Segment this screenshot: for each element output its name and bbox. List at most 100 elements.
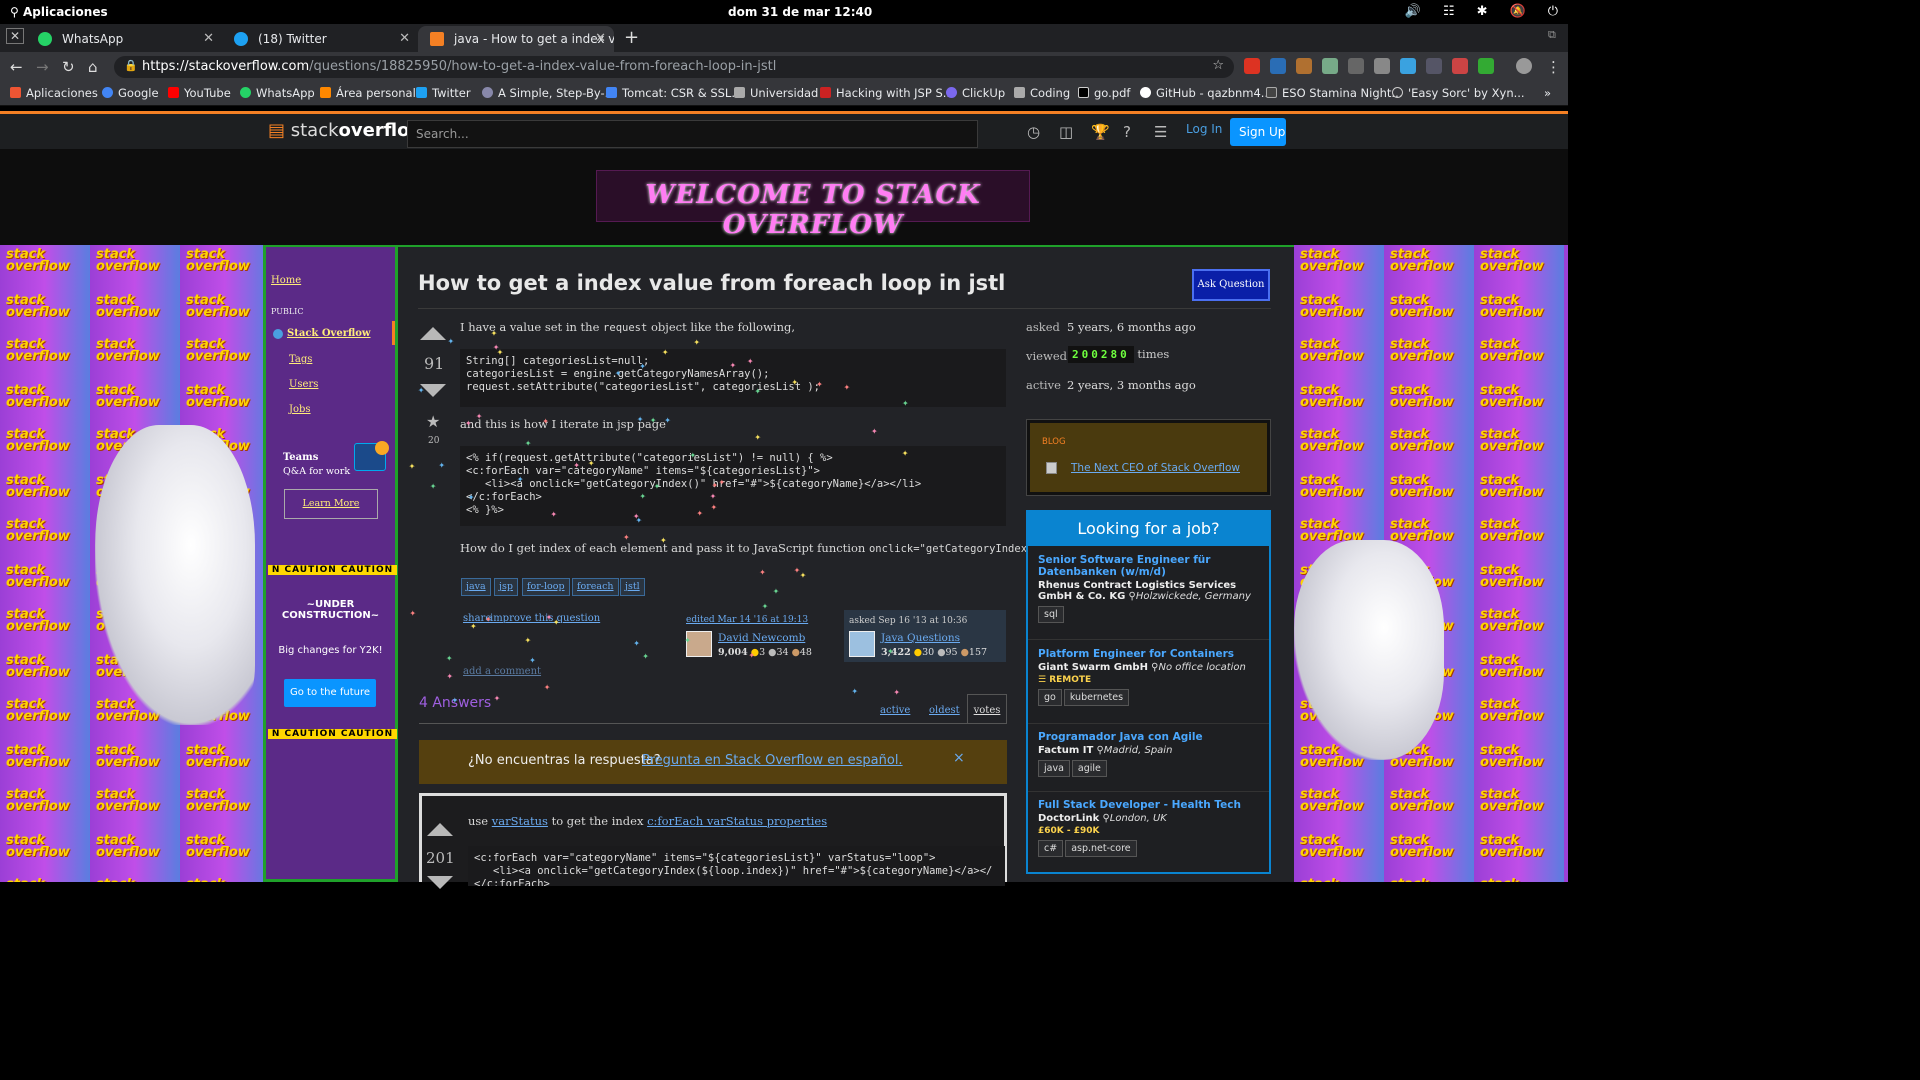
job-listing[interactable]: Programador Java con Agile Factum IT ⚲Ma… <box>1038 731 1263 777</box>
close-tab-icon[interactable]: ✕ <box>595 31 606 46</box>
search-input[interactable]: Search... <box>407 120 978 148</box>
job-tag[interactable]: sql <box>1038 606 1064 623</box>
system-tray[interactable]: 🔊 ☷ ✱ 🔕 ⏻ <box>1405 4 1558 19</box>
nav-tags[interactable]: Tags <box>289 354 312 365</box>
job-tag[interactable]: go <box>1038 689 1062 706</box>
bookmark-item[interactable]: WhatsApp <box>240 86 315 100</box>
home-icon[interactable]: ⌂ <box>88 58 98 76</box>
bookmark-item[interactable]: go.pdf <box>1078 86 1130 100</box>
asker-name[interactable]: Java Questions <box>881 632 960 644</box>
editor-name[interactable]: David Newcomb <box>718 632 805 644</box>
login-link[interactable]: Log In <box>1186 122 1222 136</box>
clock[interactable]: dom 31 de mar 12:40 <box>728 5 872 19</box>
tab-whatsapp[interactable]: WhatsApp ✕ <box>26 26 222 52</box>
tag-for-loop[interactable]: for-loop <box>522 578 570 596</box>
asker-avatar[interactable] <box>849 631 875 657</box>
tag-jsp[interactable]: jsp <box>494 578 518 596</box>
tag-jstl[interactable]: jstl <box>620 578 645 596</box>
tag-java[interactable]: java <box>461 578 491 596</box>
varstatus-link[interactable]: varStatus <box>492 814 548 828</box>
bookmark-item[interactable]: Tomcat: CSR & SSL... <box>606 86 742 100</box>
extension-icon[interactable] <box>1322 58 1338 74</box>
job-listing[interactable]: Full Stack Developer - Health Tech Docto… <box>1038 799 1263 857</box>
network-icon[interactable]: ☷ <box>1443 4 1455 19</box>
sort-active-tab[interactable]: active <box>880 705 910 716</box>
tab-twitter[interactable]: (18) Twitter ✕ <box>222 26 418 52</box>
favorite-star-icon[interactable]: ★ <box>426 412 440 431</box>
signup-button[interactable]: Sign Up <box>1230 118 1286 146</box>
apps-menu[interactable]: ⚲ Aplicaciones <box>10 5 108 19</box>
site-switcher-icon[interactable]: ☰ <box>1154 123 1167 141</box>
inbox-icon[interactable]: ◫ <box>1059 123 1073 141</box>
varstatus-docs-link[interactable]: c:forEach varStatus properties <box>647 814 827 828</box>
bookmark-item[interactable]: YouTube <box>168 86 231 100</box>
tab-stackoverflow[interactable]: java - How to get a index value✕ <box>418 26 614 52</box>
add-comment-link[interactable]: add a comment <box>463 666 541 677</box>
help-icon[interactable]: ? <box>1123 123 1131 141</box>
new-tab-icon[interactable]: + <box>624 27 639 48</box>
job-listing[interactable]: Platform Engineer for Containers Giant S… <box>1038 648 1263 706</box>
nav-stackoverflow[interactable]: Stack Overflow <box>287 328 371 339</box>
go-to-future-button[interactable]: Go to the future <box>284 679 376 707</box>
back-icon[interactable]: ← <box>10 58 23 76</box>
extension-icon[interactable] <box>1244 58 1260 74</box>
ask-question-button[interactable]: Ask Question <box>1192 269 1270 301</box>
downvote-arrow-icon[interactable] <box>427 876 453 889</box>
upvote-arrow-icon[interactable] <box>427 823 453 836</box>
extension-icon[interactable] <box>1452 58 1468 74</box>
bookmark-item[interactable]: ClickUp <box>946 86 1005 100</box>
bookmark-item[interactable]: Hacking with JSP S... <box>820 86 954 100</box>
bookmark-folder[interactable]: Universidad <box>734 86 818 100</box>
recent-activity-icon[interactable]: ◷ <box>1027 123 1040 141</box>
power-icon[interactable]: ⏻ <box>1548 4 1558 19</box>
bookmark-folder[interactable]: Coding <box>1014 86 1070 100</box>
extension-icon[interactable] <box>1400 58 1416 74</box>
extension-icon[interactable] <box>1270 58 1286 74</box>
bookmark-item[interactable]: A Simple, Step-By-... <box>482 86 616 100</box>
reload-icon[interactable]: ↻ <box>62 58 75 76</box>
nav-users[interactable]: Users <box>289 379 318 390</box>
close-tab-icon[interactable]: ✕ <box>399 31 410 46</box>
close-icon[interactable]: × <box>953 750 965 766</box>
bookmarks-overflow-icon[interactable]: » <box>1544 86 1551 100</box>
close-window-icon[interactable]: ✕ <box>6 28 25 44</box>
job-listing[interactable]: Senior Software Engineer für Datenbanken… <box>1038 554 1263 623</box>
job-tag[interactable]: asp.net-core <box>1065 840 1137 857</box>
question-title[interactable]: How to get a index value from foreach lo… <box>418 271 1005 295</box>
bookmark-item[interactable]: Google <box>102 86 159 100</box>
sort-oldest-tab[interactable]: oldest <box>929 705 960 716</box>
extension-icon[interactable] <box>1478 58 1494 74</box>
bookmark-item[interactable]: 'Easy Sorc' by Xyn... <box>1392 86 1525 100</box>
bookmark-item[interactable]: GitHub - qazbnm4... <box>1140 86 1272 100</box>
so-logo[interactable]: ▤ stackoverflow <box>268 120 426 141</box>
bookmark-item[interactable]: Aplicaciones <box>10 86 98 100</box>
job-tag[interactable]: kubernetes <box>1063 689 1130 706</box>
extension-icon[interactable] <box>1296 58 1312 74</box>
close-tab-icon[interactable]: ✕ <box>203 31 214 46</box>
tag-foreach[interactable]: foreach <box>572 578 619 596</box>
bookmark-item[interactable]: Área personal <box>320 86 416 100</box>
url-bar[interactable]: 🔒 https://stackoverflow.com/questions/18… <box>114 56 1234 78</box>
learn-more-button[interactable]: Learn More <box>284 489 378 519</box>
bluetooth-icon[interactable]: ✱ <box>1477 4 1488 19</box>
sort-votes-tab[interactable]: votes <box>967 694 1007 724</box>
nav-home[interactable]: Home <box>271 275 301 286</box>
bookmark-item[interactable]: Twitter <box>416 86 471 100</box>
job-tag[interactable]: c# <box>1038 840 1064 857</box>
extension-icon[interactable] <box>1426 58 1442 74</box>
extension-icon[interactable] <box>1348 58 1364 74</box>
achievements-icon[interactable]: 🏆 <box>1091 123 1110 141</box>
tab-search-icon[interactable]: ⧉ <box>1548 28 1556 42</box>
notifications-icon[interactable]: 🔕 <box>1510 4 1526 19</box>
bookmark-star-icon[interactable]: ☆ <box>1212 58 1224 73</box>
forward-icon[interactable]: → <box>36 58 49 76</box>
edited-timestamp[interactable]: edited Mar 14 '16 at 19:13 <box>686 615 808 625</box>
nav-jobs[interactable]: Jobs <box>289 404 311 415</box>
bookmark-item[interactable]: ESO Stamina Night... <box>1266 86 1402 100</box>
blog-post-link[interactable]: The Next CEO of Stack Overflow <box>1071 462 1240 474</box>
extension-icon[interactable] <box>1374 58 1390 74</box>
upvote-arrow-icon[interactable] <box>420 327 446 340</box>
notice-link[interactable]: Pregunta en Stack Overflow en español. <box>642 753 903 768</box>
volume-icon[interactable]: 🔊 <box>1405 4 1421 19</box>
profile-avatar[interactable] <box>1516 58 1532 74</box>
